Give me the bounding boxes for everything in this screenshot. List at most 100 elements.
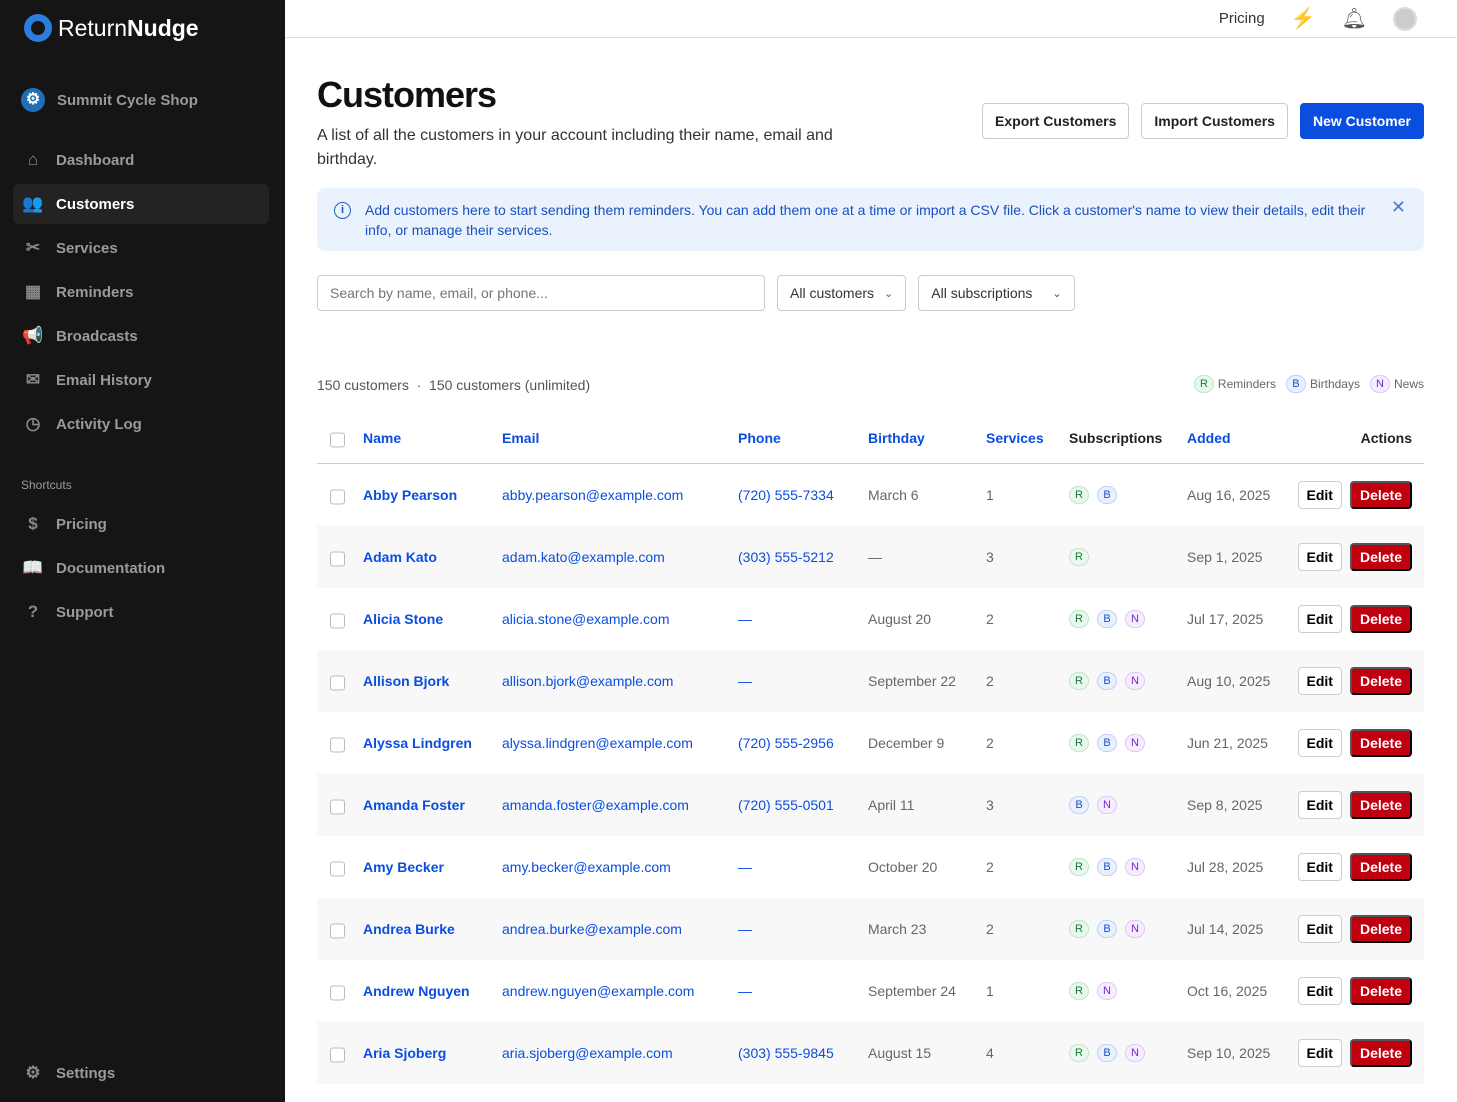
customer-phone[interactable]: — (738, 673, 752, 689)
column-added[interactable]: Added (1187, 430, 1231, 446)
customer-name-link[interactable]: Allison Bjork (363, 673, 449, 689)
customer-name-link[interactable]: Aria Sjoberg (363, 1045, 446, 1061)
edit-button[interactable]: Edit (1298, 605, 1342, 633)
edit-button[interactable]: Edit (1298, 1039, 1342, 1067)
delete-button[interactable]: Delete (1350, 977, 1412, 1005)
table-header: Name Email Phone Birthday Services Subsc… (317, 412, 1424, 464)
row-checkbox[interactable] (330, 614, 345, 629)
sidebar-item-dashboard[interactable]: ⌂Dashboard (13, 140, 269, 180)
delete-button[interactable]: Delete (1350, 481, 1412, 509)
delete-button[interactable]: Delete (1350, 667, 1412, 695)
customer-email[interactable]: abby.pearson@example.com (502, 487, 683, 503)
row-checkbox[interactable] (330, 676, 345, 691)
customers-filter-select[interactable]: All customers⌄ (777, 275, 906, 311)
customer-email[interactable]: amanda.foster@example.com (502, 797, 689, 813)
customer-name-link[interactable]: Abby Pearson (363, 487, 457, 503)
row-checkbox[interactable] (330, 1048, 345, 1063)
import-customers-button[interactable]: Import Customers (1141, 103, 1288, 139)
delete-button[interactable]: Delete (1350, 1039, 1412, 1067)
customer-phone[interactable]: (720) 555-7334 (738, 487, 834, 503)
customer-phone[interactable]: — (738, 611, 752, 627)
customer-phone[interactable]: (720) 555-0501 (738, 797, 834, 813)
edit-button[interactable]: Edit (1298, 915, 1342, 943)
select-all-checkbox[interactable] (330, 432, 345, 447)
row-checkbox[interactable] (330, 862, 345, 877)
customer-phone[interactable]: (720) 555-2956 (738, 735, 834, 751)
column-phone[interactable]: Phone (738, 430, 781, 446)
delete-button[interactable]: Delete (1350, 543, 1412, 571)
customer-phone[interactable]: (303) 555-9845 (738, 1045, 834, 1061)
row-checkbox[interactable] (330, 552, 345, 567)
sidebar-item-label: Email History (56, 372, 152, 389)
new-customer-button[interactable]: New Customer (1300, 103, 1424, 139)
edit-button[interactable]: Edit (1298, 481, 1342, 509)
customer-name-link[interactable]: Andrea Burke (363, 921, 455, 937)
sidebar-item-pricing[interactable]: $Pricing (13, 504, 269, 544)
badge-n: N (1125, 1044, 1145, 1062)
row-checkbox[interactable] (330, 738, 345, 753)
lightning-icon[interactable]: ⚡ (1291, 6, 1316, 31)
bell-icon[interactable]: 🔔︎ (1342, 6, 1367, 31)
row-checkbox[interactable] (330, 924, 345, 939)
edit-button[interactable]: Edit (1298, 543, 1342, 571)
customer-email[interactable]: andrea.burke@example.com (502, 921, 682, 937)
customer-email[interactable]: aria.sjoberg@example.com (502, 1045, 673, 1061)
customer-name-link[interactable]: Alyssa Lindgren (363, 735, 472, 751)
customer-phone[interactable]: (303) 555-5212 (738, 549, 834, 565)
delete-button[interactable]: Delete (1350, 605, 1412, 633)
sidebar-item-support[interactable]: ?Support (13, 592, 269, 632)
shop-switcher[interactable]: ⚙ Summit Cycle Shop (21, 88, 198, 112)
sidebar-item-settings[interactable]: ⚙Settings (13, 1053, 269, 1093)
column-birthday[interactable]: Birthday (868, 430, 925, 446)
customer-email[interactable]: andrew.nguyen@example.com (502, 983, 694, 999)
customer-name-link[interactable]: Alicia Stone (363, 611, 443, 627)
edit-button[interactable]: Edit (1298, 791, 1342, 819)
delete-button[interactable]: Delete (1350, 791, 1412, 819)
customer-name-link[interactable]: Amanda Foster (363, 797, 465, 813)
column-email[interactable]: Email (502, 430, 539, 446)
sidebar-item-reminders[interactable]: ▦Reminders (13, 272, 269, 312)
sidebar-item-documentation[interactable]: 📖Documentation (13, 548, 269, 588)
row-checkbox[interactable] (330, 986, 345, 1001)
customer-email[interactable]: adam.kato@example.com (502, 549, 665, 565)
customer-email[interactable]: alyssa.lindgren@example.com (502, 735, 693, 751)
edit-button[interactable]: Edit (1298, 667, 1342, 695)
edit-button[interactable]: Edit (1298, 729, 1342, 757)
customer-phone[interactable]: — (738, 921, 752, 937)
sidebar-item-customers[interactable]: 👥Customers (13, 184, 269, 224)
export-customers-button[interactable]: Export Customers (982, 103, 1129, 139)
customer-email[interactable]: amy.becker@example.com (502, 859, 671, 875)
search-input[interactable] (317, 275, 765, 311)
badge-r: R (1069, 672, 1089, 690)
customer-phone[interactable]: — (738, 859, 752, 875)
pricing-link[interactable]: Pricing (1219, 10, 1265, 27)
customer-added-date: Jul 17, 2025 (1187, 611, 1263, 627)
column-services[interactable]: Services (986, 430, 1044, 446)
delete-button[interactable]: Delete (1350, 915, 1412, 943)
sidebar-item-email-history[interactable]: ✉Email History (13, 360, 269, 400)
sidebar-item-broadcasts[interactable]: 📢Broadcasts (13, 316, 269, 356)
edit-button[interactable]: Edit (1298, 853, 1342, 881)
column-name[interactable]: Name (363, 430, 401, 446)
customer-birthday: October 20 (868, 859, 937, 875)
customer-phone[interactable]: — (738, 983, 752, 999)
customer-email[interactable]: allison.bjork@example.com (502, 673, 673, 689)
delete-button[interactable]: Delete (1350, 729, 1412, 757)
subscriptions-filter-select[interactable]: All subscriptions⌄ (918, 275, 1074, 311)
customer-name-link[interactable]: Andrew Nguyen (363, 983, 470, 999)
edit-button[interactable]: Edit (1298, 977, 1342, 1005)
customer-name-link[interactable]: Amy Becker (363, 859, 444, 875)
logo[interactable]: ReturnNudge (24, 14, 199, 42)
delete-button[interactable]: Delete (1350, 853, 1412, 881)
customer-name-link[interactable]: Adam Kato (363, 549, 437, 565)
customer-email[interactable]: alicia.stone@example.com (502, 611, 670, 627)
avatar[interactable] (1393, 7, 1417, 31)
sidebar-item-activity-log[interactable]: ◷Activity Log (13, 404, 269, 444)
close-icon[interactable]: ✕ (1391, 197, 1406, 217)
customer-added-date: Oct 16, 2025 (1187, 983, 1267, 999)
sidebar-item-label: Broadcasts (56, 328, 138, 345)
row-checkbox[interactable] (330, 490, 345, 505)
brand-bold: Nudge (127, 15, 199, 41)
row-checkbox[interactable] (330, 800, 345, 815)
sidebar-item-services[interactable]: ✂Services (13, 228, 269, 268)
